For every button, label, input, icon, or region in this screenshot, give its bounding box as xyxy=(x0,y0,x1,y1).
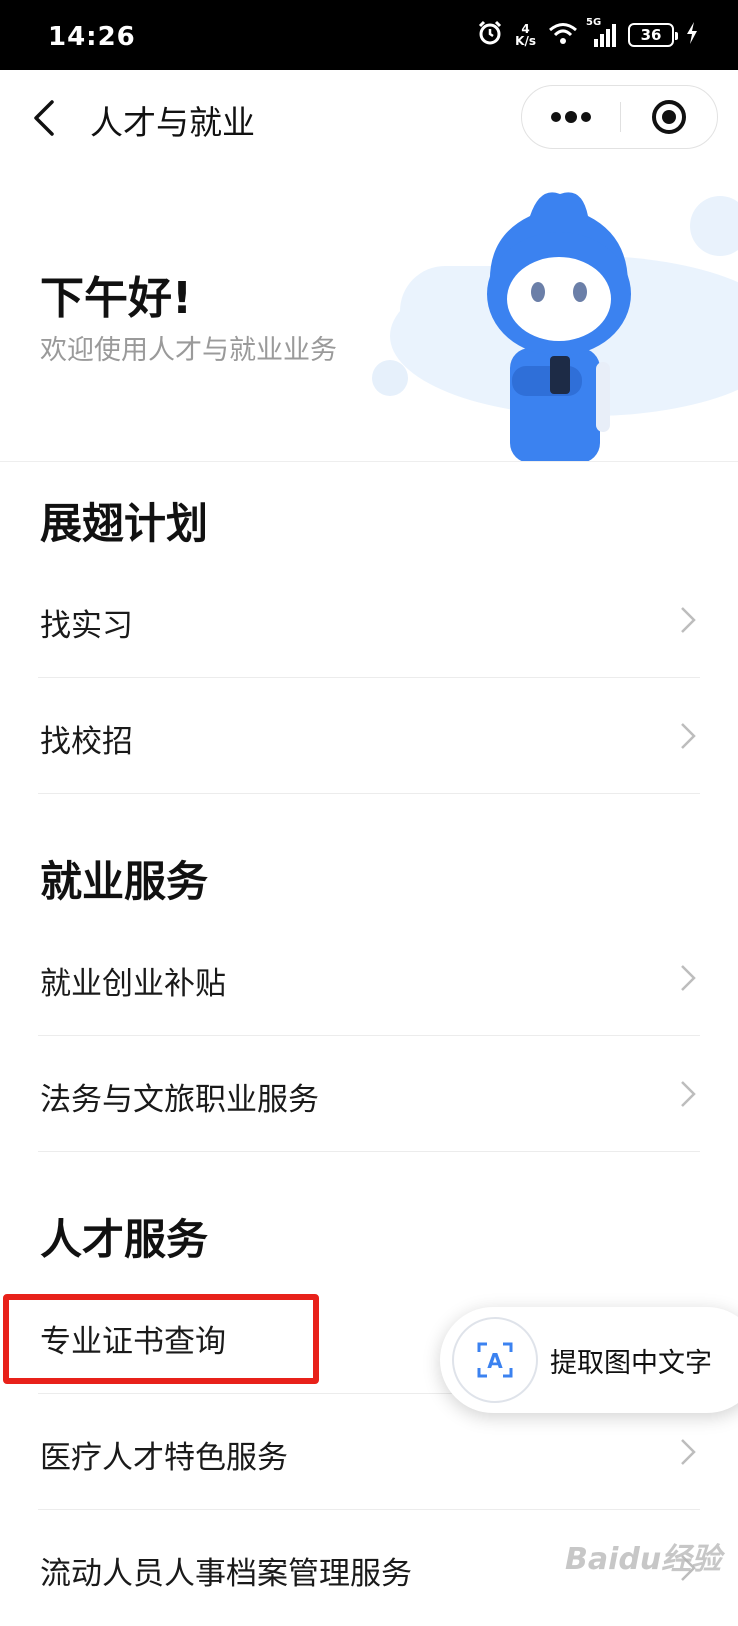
status-bar: 14:26 4 K/s 5G 36 xyxy=(0,0,738,70)
close-target-icon xyxy=(652,100,686,134)
chevron-right-icon xyxy=(681,1439,696,1465)
extract-text-button[interactable]: A 提取图中文字 xyxy=(440,1307,738,1413)
list-item-subsidy[interactable]: 就业创业补贴 xyxy=(38,920,700,1036)
list-item-internship[interactable]: 找实习 xyxy=(38,562,700,678)
alarm-icon xyxy=(477,20,503,50)
list-item-label: 找实习 xyxy=(40,608,133,644)
chevron-right-icon xyxy=(681,723,696,749)
more-button[interactable] xyxy=(522,86,620,148)
cellular-signal-icon: 5G xyxy=(586,17,616,47)
nav-bar: 人才与就业 xyxy=(0,70,738,166)
baidu-watermark: Baidu经验 xyxy=(565,1542,722,1577)
back-button[interactable] xyxy=(28,96,68,140)
back-chevron-icon xyxy=(34,100,54,136)
network-type: 5G xyxy=(586,17,602,28)
list-divider xyxy=(38,1151,700,1152)
chevron-right-icon xyxy=(681,1081,696,1107)
list-item-campus-recruit[interactable]: 找校招 xyxy=(38,678,700,794)
battery-level: 36 xyxy=(640,26,662,44)
greeting-subtitle: 欢迎使用人才与就业业务 xyxy=(40,335,337,366)
network-speed: 4 K/s xyxy=(515,23,536,47)
section-title-employment: 就业服务 xyxy=(40,857,209,906)
close-button[interactable] xyxy=(621,86,717,148)
section-title-talent: 人才服务 xyxy=(40,1215,209,1264)
section-title-zhanchi: 展翅计划 xyxy=(40,499,209,548)
speed-unit: K/s xyxy=(515,34,536,48)
status-icons: 4 K/s 5G 36 xyxy=(477,17,698,50)
list-item-label: 法务与文旅职业服务 xyxy=(40,1082,319,1118)
greeting-title: 下午好! xyxy=(40,273,193,324)
hero-divider xyxy=(0,461,738,462)
chevron-right-icon xyxy=(681,607,696,633)
list-item-label: 流动人员人事档案管理服务 xyxy=(40,1556,412,1592)
list-item-label: 医疗人才特色服务 xyxy=(40,1440,288,1476)
chevron-right-icon xyxy=(681,965,696,991)
hero-banner: 下午好! 欢迎使用人才与就业业务 xyxy=(0,166,738,462)
battery-indicator: 36 xyxy=(628,23,678,47)
list-item-label: 就业创业补贴 xyxy=(40,966,226,1002)
more-dots-icon xyxy=(551,111,591,123)
list-item-legal-culture[interactable]: 法务与文旅职业服务 xyxy=(38,1036,700,1152)
text-scan-icon: A xyxy=(452,1317,538,1403)
mini-program-capsule xyxy=(521,85,718,149)
mascot-illustration xyxy=(372,192,738,462)
list-divider xyxy=(38,793,700,794)
svg-text:A: A xyxy=(487,1349,503,1373)
wifi-icon xyxy=(548,21,578,49)
list-item-label: 找校招 xyxy=(40,724,133,760)
highlight-box xyxy=(3,1294,319,1384)
extract-text-label: 提取图中文字 xyxy=(550,1348,712,1379)
charging-icon xyxy=(686,22,698,48)
status-time: 14:26 xyxy=(48,22,136,52)
page-title: 人才与就业 xyxy=(90,103,255,142)
